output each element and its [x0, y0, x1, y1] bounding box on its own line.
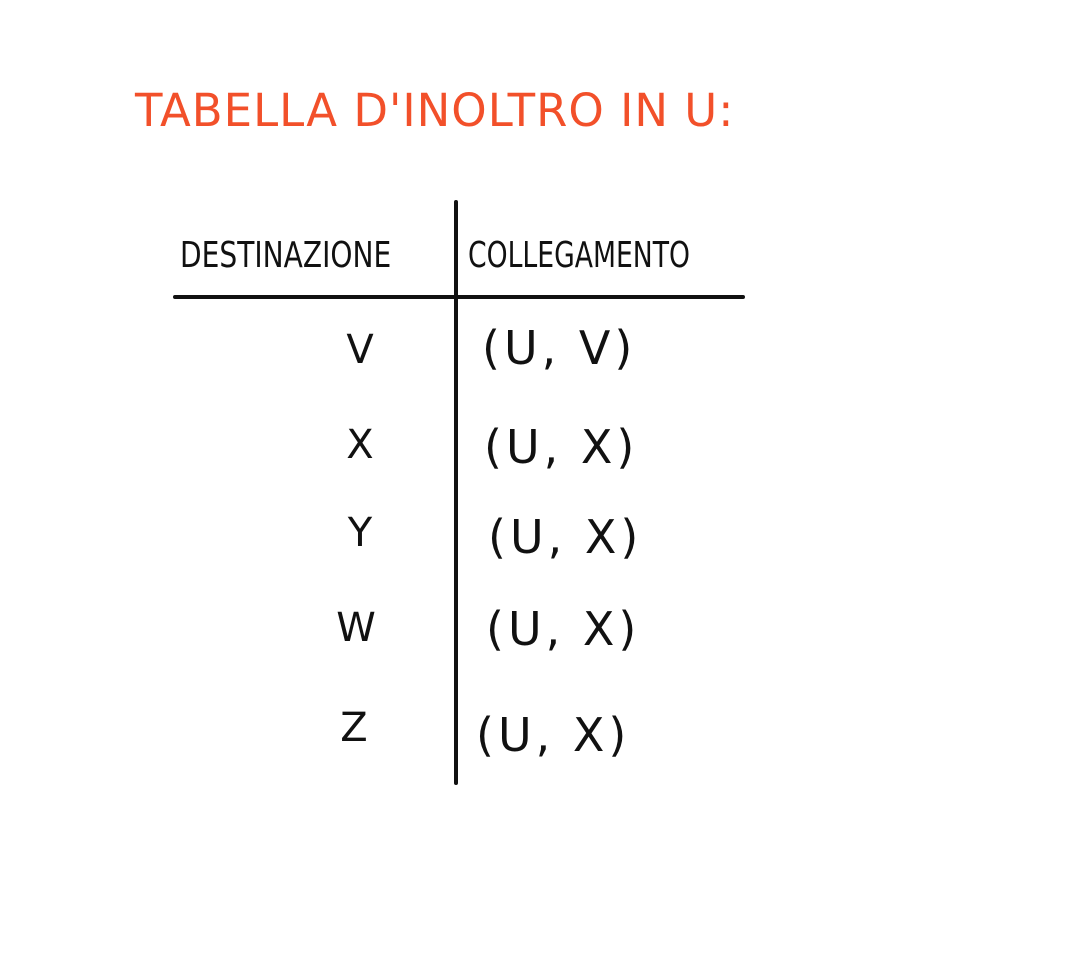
table-row-destination: V: [346, 327, 374, 373]
table-row-link: (U, V): [482, 321, 637, 375]
column-divider: [454, 200, 458, 785]
table-row-link: (U, X): [476, 708, 631, 762]
table-row-link: (U, X): [486, 602, 641, 656]
header-collegamento: COLLEGAMENTO: [468, 235, 690, 276]
table-row-destination: W: [336, 605, 376, 651]
table-row-link: (U, X): [488, 510, 643, 564]
forwarding-table: DESTINAZIONE COLLEGAMENTO V (U, V) X (U,…: [0, 0, 1090, 955]
header-divider: [173, 295, 745, 299]
header-destinazione: DESTINAZIONE: [180, 235, 392, 276]
table-row-destination: Z: [340, 705, 368, 751]
table-row-link: (U, X): [484, 420, 639, 474]
table-row-destination: Y: [347, 510, 373, 556]
table-row-destination: X: [346, 422, 374, 468]
